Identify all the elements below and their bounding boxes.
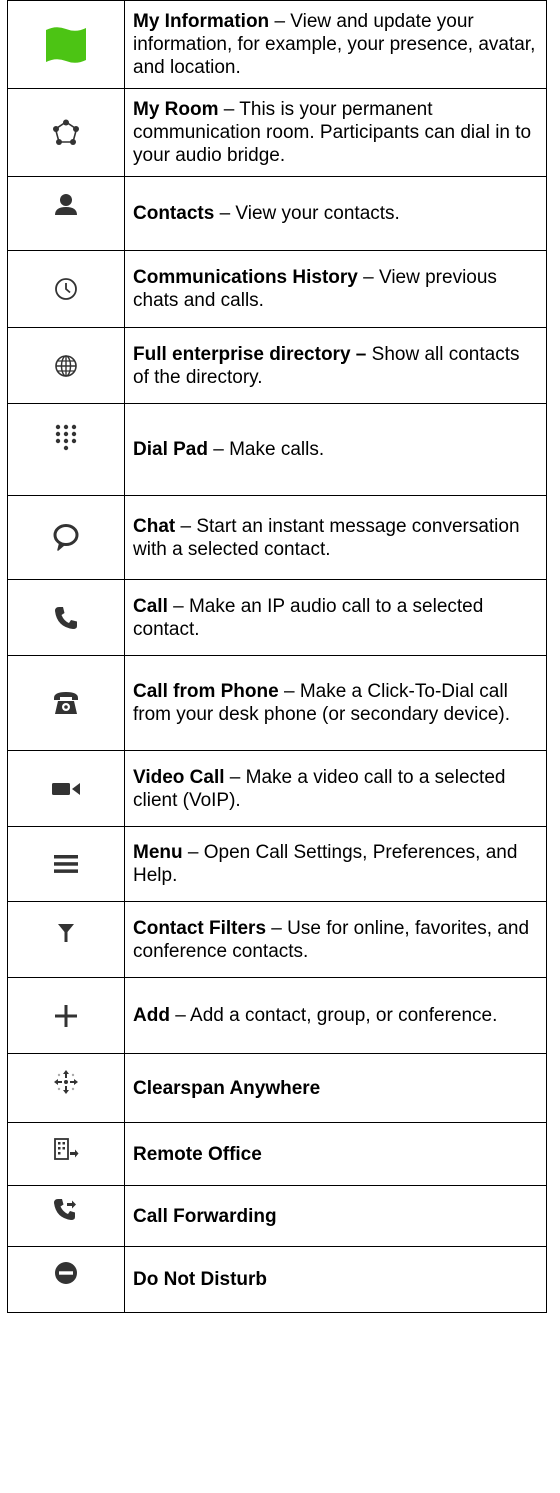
plus-icon: [8, 1004, 124, 1028]
description-cell: Contacts – View your contacts.: [124, 176, 547, 251]
icon-cell: [7, 88, 125, 177]
person-icon: [8, 193, 124, 221]
item-title: Do Not Disturb: [133, 1269, 268, 1290]
item-title: My Information: [133, 11, 270, 32]
icon-cell: [7, 403, 125, 496]
dialpad-icon: [8, 423, 124, 453]
description-cell: My Information – View and update your in…: [124, 0, 547, 89]
description-cell: Do Not Disturb: [124, 1246, 547, 1313]
item-title: Add: [133, 1005, 170, 1026]
description-cell: My Room – This is your permanent communi…: [124, 88, 547, 177]
description-cell: Call – Make an IP audio call to a select…: [124, 579, 547, 656]
item-title: Call from Phone: [133, 681, 279, 702]
item-title: Contacts: [133, 203, 215, 224]
description-cell: Contact Filters – Use for online, favori…: [124, 901, 547, 978]
icon-cell: [7, 495, 125, 580]
item-title: Video Call: [133, 766, 225, 788]
phone-icon: [8, 605, 124, 631]
video-camera-icon: [8, 781, 124, 797]
globe-icon: [8, 354, 124, 378]
icon-cell: [7, 0, 125, 89]
item-title: Contact Filters: [133, 917, 267, 939]
icon-cell: [7, 327, 125, 404]
table-row: Communications History – View previous c…: [7, 250, 547, 328]
call-forwarding-icon: [8, 1198, 124, 1222]
item-title: Full enterprise directory –: [133, 343, 367, 365]
description-cell: Call from Phone – Make a Click-To-Dial c…: [124, 655, 547, 751]
desk-phone-icon: [8, 690, 124, 716]
item-title: Communications History: [133, 267, 358, 288]
description-cell: Menu – Open Call Settings, Preferences, …: [124, 826, 547, 902]
item-title: Clearspan Anywhere: [133, 1077, 321, 1099]
item-description: Add a contact, group, or conference.: [190, 1005, 498, 1026]
icon-cell: [7, 750, 125, 827]
table-row: My Room – This is your permanent communi…: [7, 88, 547, 177]
icon-cell: [7, 250, 125, 328]
table-row: Contact Filters – Use for online, favori…: [7, 901, 547, 978]
description-cell: Clearspan Anywhere: [124, 1053, 547, 1123]
table-row: Call Forwarding: [7, 1185, 547, 1247]
chat-bubble-icon: [8, 523, 124, 553]
table-row: Video Call – Make a video call to a sele…: [7, 750, 547, 827]
icon-cell: [7, 977, 125, 1054]
clearspan-anywhere-icon: [8, 1069, 124, 1095]
hamburger-menu-icon: [8, 853, 124, 875]
clock-icon: [8, 277, 124, 301]
description-cell: Remote Office: [124, 1122, 547, 1186]
table-row: Add – Add a contact, group, or conferenc…: [7, 977, 547, 1054]
table-row: Remote Office: [7, 1122, 547, 1186]
icon-cell: [7, 1185, 125, 1247]
table-row: Chat – Start an instant message conversa…: [7, 495, 547, 580]
description-cell: Communications History – View previous c…: [124, 250, 547, 328]
do-not-disturb-icon: [8, 1261, 124, 1285]
icon-cell: [7, 579, 125, 656]
icon-legend-table: My Information – View and update your in…: [7, 0, 547, 1313]
item-title: Remote Office: [133, 1143, 262, 1165]
icon-cell: [7, 901, 125, 978]
icon-cell: [7, 1246, 125, 1313]
item-title: Menu: [133, 842, 183, 863]
table-row: Clearspan Anywhere: [7, 1053, 547, 1123]
item-title: Dial Pad: [133, 439, 208, 460]
description-cell: Call Forwarding: [124, 1185, 547, 1247]
item-description: View your contacts.: [235, 203, 400, 224]
description-cell: Full enterprise directory – Show all con…: [124, 327, 547, 404]
table-row: Do Not Disturb: [7, 1246, 547, 1313]
table-row: Dial Pad – Make calls.: [7, 403, 547, 496]
item-title: My Room: [133, 99, 219, 120]
item-description: Make calls.: [229, 439, 325, 460]
room-icon: [8, 119, 124, 147]
table-row: Full enterprise directory – Show all con…: [7, 327, 547, 404]
icon-cell: [7, 1053, 125, 1123]
icon-cell: [7, 1122, 125, 1186]
item-title: Call Forwarding: [133, 1205, 277, 1227]
icon-cell: [7, 655, 125, 751]
table-row: Contacts – View your contacts.: [7, 176, 547, 251]
table-row: Call from Phone – Make a Click-To-Dial c…: [7, 655, 547, 751]
description-cell: Video Call – Make a video call to a sele…: [124, 750, 547, 827]
item-title: Call: [133, 595, 168, 617]
remote-office-icon: [8, 1137, 124, 1161]
description-cell: Chat – Start an instant message conversa…: [124, 495, 547, 580]
filter-funnel-icon: [8, 922, 124, 944]
icon-cell: [7, 826, 125, 902]
table-row: Call – Make an IP audio call to a select…: [7, 579, 547, 656]
description-cell: Add – Add a contact, group, or conferenc…: [124, 977, 547, 1054]
table-row: My Information – View and update your in…: [7, 0, 547, 89]
flag-icon: [8, 23, 124, 67]
item-title: Chat: [133, 515, 176, 537]
description-cell: Dial Pad – Make calls.: [124, 403, 547, 496]
table-row: Menu – Open Call Settings, Preferences, …: [7, 826, 547, 902]
icon-cell: [7, 176, 125, 251]
